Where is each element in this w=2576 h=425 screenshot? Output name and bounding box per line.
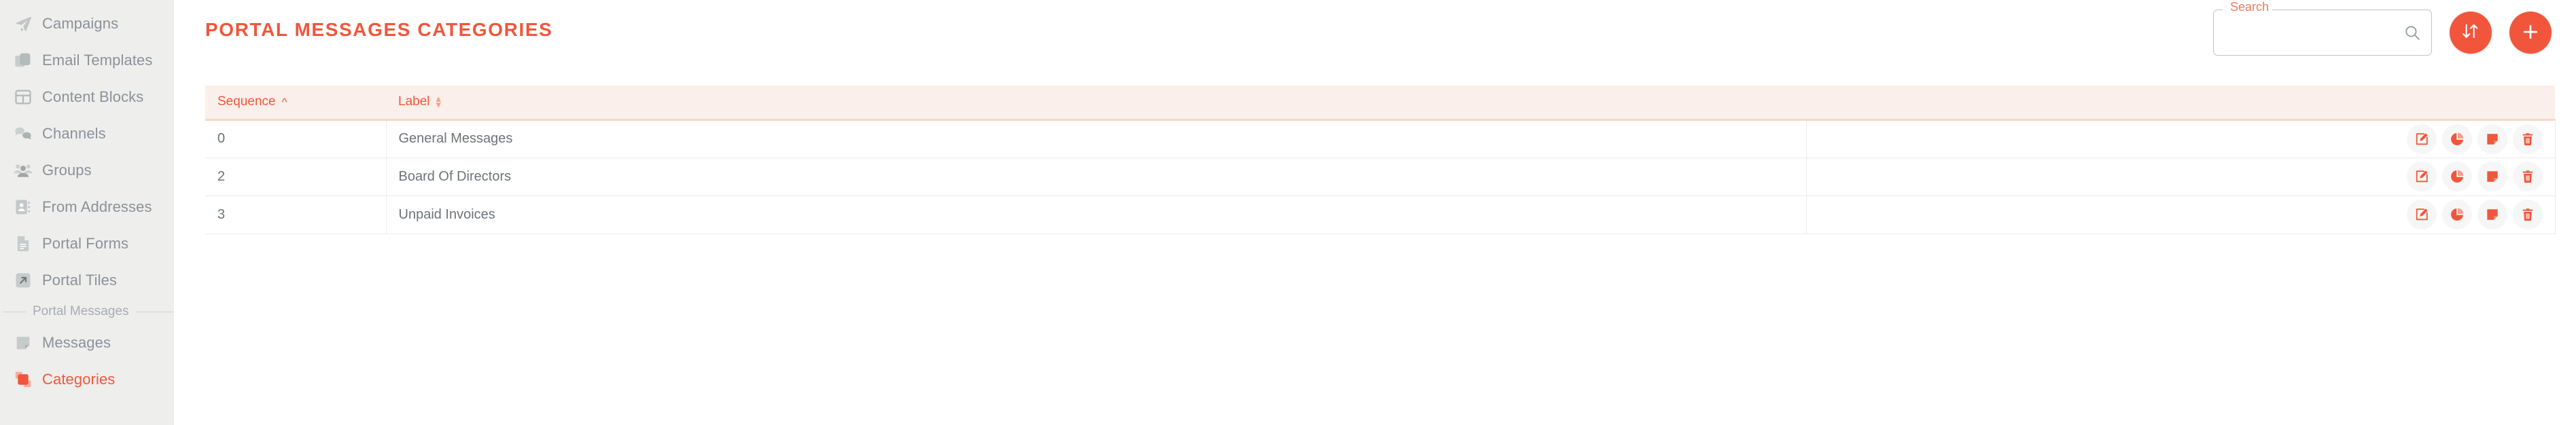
categories-table: Sequence ^ Label ▴ ▾ 0 General Messages … [205,86,2556,234]
sidebar: Campaigns Email Templates Content Blocks… [0,0,174,425]
sidebar-item-label: Messages [42,334,111,351]
arrow-out-icon [11,271,35,290]
statistics-button[interactable] [2441,162,2472,191]
sidebar-item-messages[interactable]: Messages [0,325,174,361]
sidebar-item-from-addresses[interactable]: From Addresses [0,189,174,225]
header-actions: Search [2213,1,2552,56]
statistics-button[interactable] [2441,200,2472,229]
edit-button[interactable] [2406,124,2437,154]
sidebar-item-label: Content Blocks [42,88,144,105]
messages-button[interactable] [2477,162,2507,191]
cell-label: Board Of Directors [386,158,1807,196]
add-button[interactable] [2509,12,2552,54]
row-actions [1807,162,2548,191]
cell-sequence: 2 [205,158,387,196]
users-group-icon [11,161,35,180]
cell-actions [1806,119,2556,158]
sidebar-item-categories[interactable]: Categories [0,361,174,398]
paper-plane-icon [11,14,35,33]
sort-ascending-icon: ^ [281,95,287,109]
column-header-label[interactable]: Label ▴ ▾ [386,86,1806,121]
table-row[interactable]: 0 General Messages [205,119,2556,158]
sidebar-item-label: Email Templates [42,52,153,69]
row-actions [1807,200,2548,229]
cell-actions [1806,158,2556,196]
sidebar-item-label: Channels [42,125,106,142]
cell-label: General Messages [386,119,1807,158]
edit-button[interactable] [2406,162,2437,191]
plus-icon [2520,22,2541,44]
table-row[interactable]: 3 Unpaid Invoices [205,196,2556,234]
sidebar-section-portal-messages: Portal Messages [0,299,174,325]
search-field[interactable]: Search [2213,1,2432,56]
sort-arrows-icon [2460,22,2481,44]
table-row[interactable]: 2 Board Of Directors [205,158,2556,196]
column-label: Label [398,94,430,109]
sidebar-section-label: Portal Messages [33,304,129,318]
categories-icon [11,370,35,389]
cell-label: Unpaid Invoices [386,196,1807,234]
sidebar-item-label: Portal Tiles [42,272,118,289]
search-icon[interactable] [2402,22,2422,43]
sidebar-item-campaigns[interactable]: Campaigns [0,5,174,42]
sidebar-item-channels[interactable]: Channels [0,115,174,152]
sidebar-item-label: Categories [42,371,116,388]
delete-button[interactable] [2512,124,2543,154]
sort-unsorted-icon: ▴ ▾ [436,92,442,111]
sidebar-item-label: Campaigns [42,15,119,32]
table-head: Sequence ^ Label ▴ ▾ [205,86,2555,121]
search-input[interactable] [2213,10,2432,56]
table-header-row: Sequence ^ Label ▴ ▾ [205,86,2555,121]
sidebar-item-groups[interactable]: Groups [0,152,174,189]
sidebar-item-label: From Addresses [42,198,152,215]
column-header-actions [1806,86,2555,121]
messages-button[interactable] [2477,124,2507,154]
delete-button[interactable] [2512,200,2543,229]
document-icon [11,234,35,253]
sidebar-item-label: Groups [42,162,92,179]
column-header-sequence[interactable]: Sequence ^ [205,86,386,121]
page-title: Portal Messages Categories [205,19,553,40]
sidebar-item-portal-tiles[interactable]: Portal Tiles [0,262,174,299]
grid-table-icon [11,88,35,107]
sidebar-item-email-templates[interactable]: Email Templates [0,42,174,79]
note-icon [11,333,35,352]
page-header: Portal Messages Categories Search [174,0,2576,68]
sidebar-item-portal-forms[interactable]: Portal Forms [0,225,174,262]
address-book-icon [11,198,35,217]
main-content: Portal Messages Categories Search [174,0,2576,425]
row-actions [1807,124,2548,154]
copy-icon [11,51,35,70]
table-body: 0 General Messages 2 Board Of Directors … [205,119,2556,234]
categories-table-container: Sequence ^ Label ▴ ▾ 0 General Messages … [205,86,2556,234]
sidebar-item-content-blocks[interactable]: Content Blocks [0,79,174,115]
app-root: Campaigns Email Templates Content Blocks… [0,0,2576,425]
cell-sequence: 0 [205,119,387,158]
sort-button[interactable] [2450,12,2492,54]
statistics-button[interactable] [2441,124,2472,154]
sidebar-item-label: Portal Forms [42,235,129,252]
delete-button[interactable] [2512,162,2543,191]
chat-bubbles-icon [11,124,35,143]
edit-button[interactable] [2406,200,2437,229]
cell-sequence: 3 [205,196,387,234]
messages-button[interactable] [2477,200,2507,229]
cell-actions [1806,196,2556,234]
column-label: Sequence [217,94,276,109]
